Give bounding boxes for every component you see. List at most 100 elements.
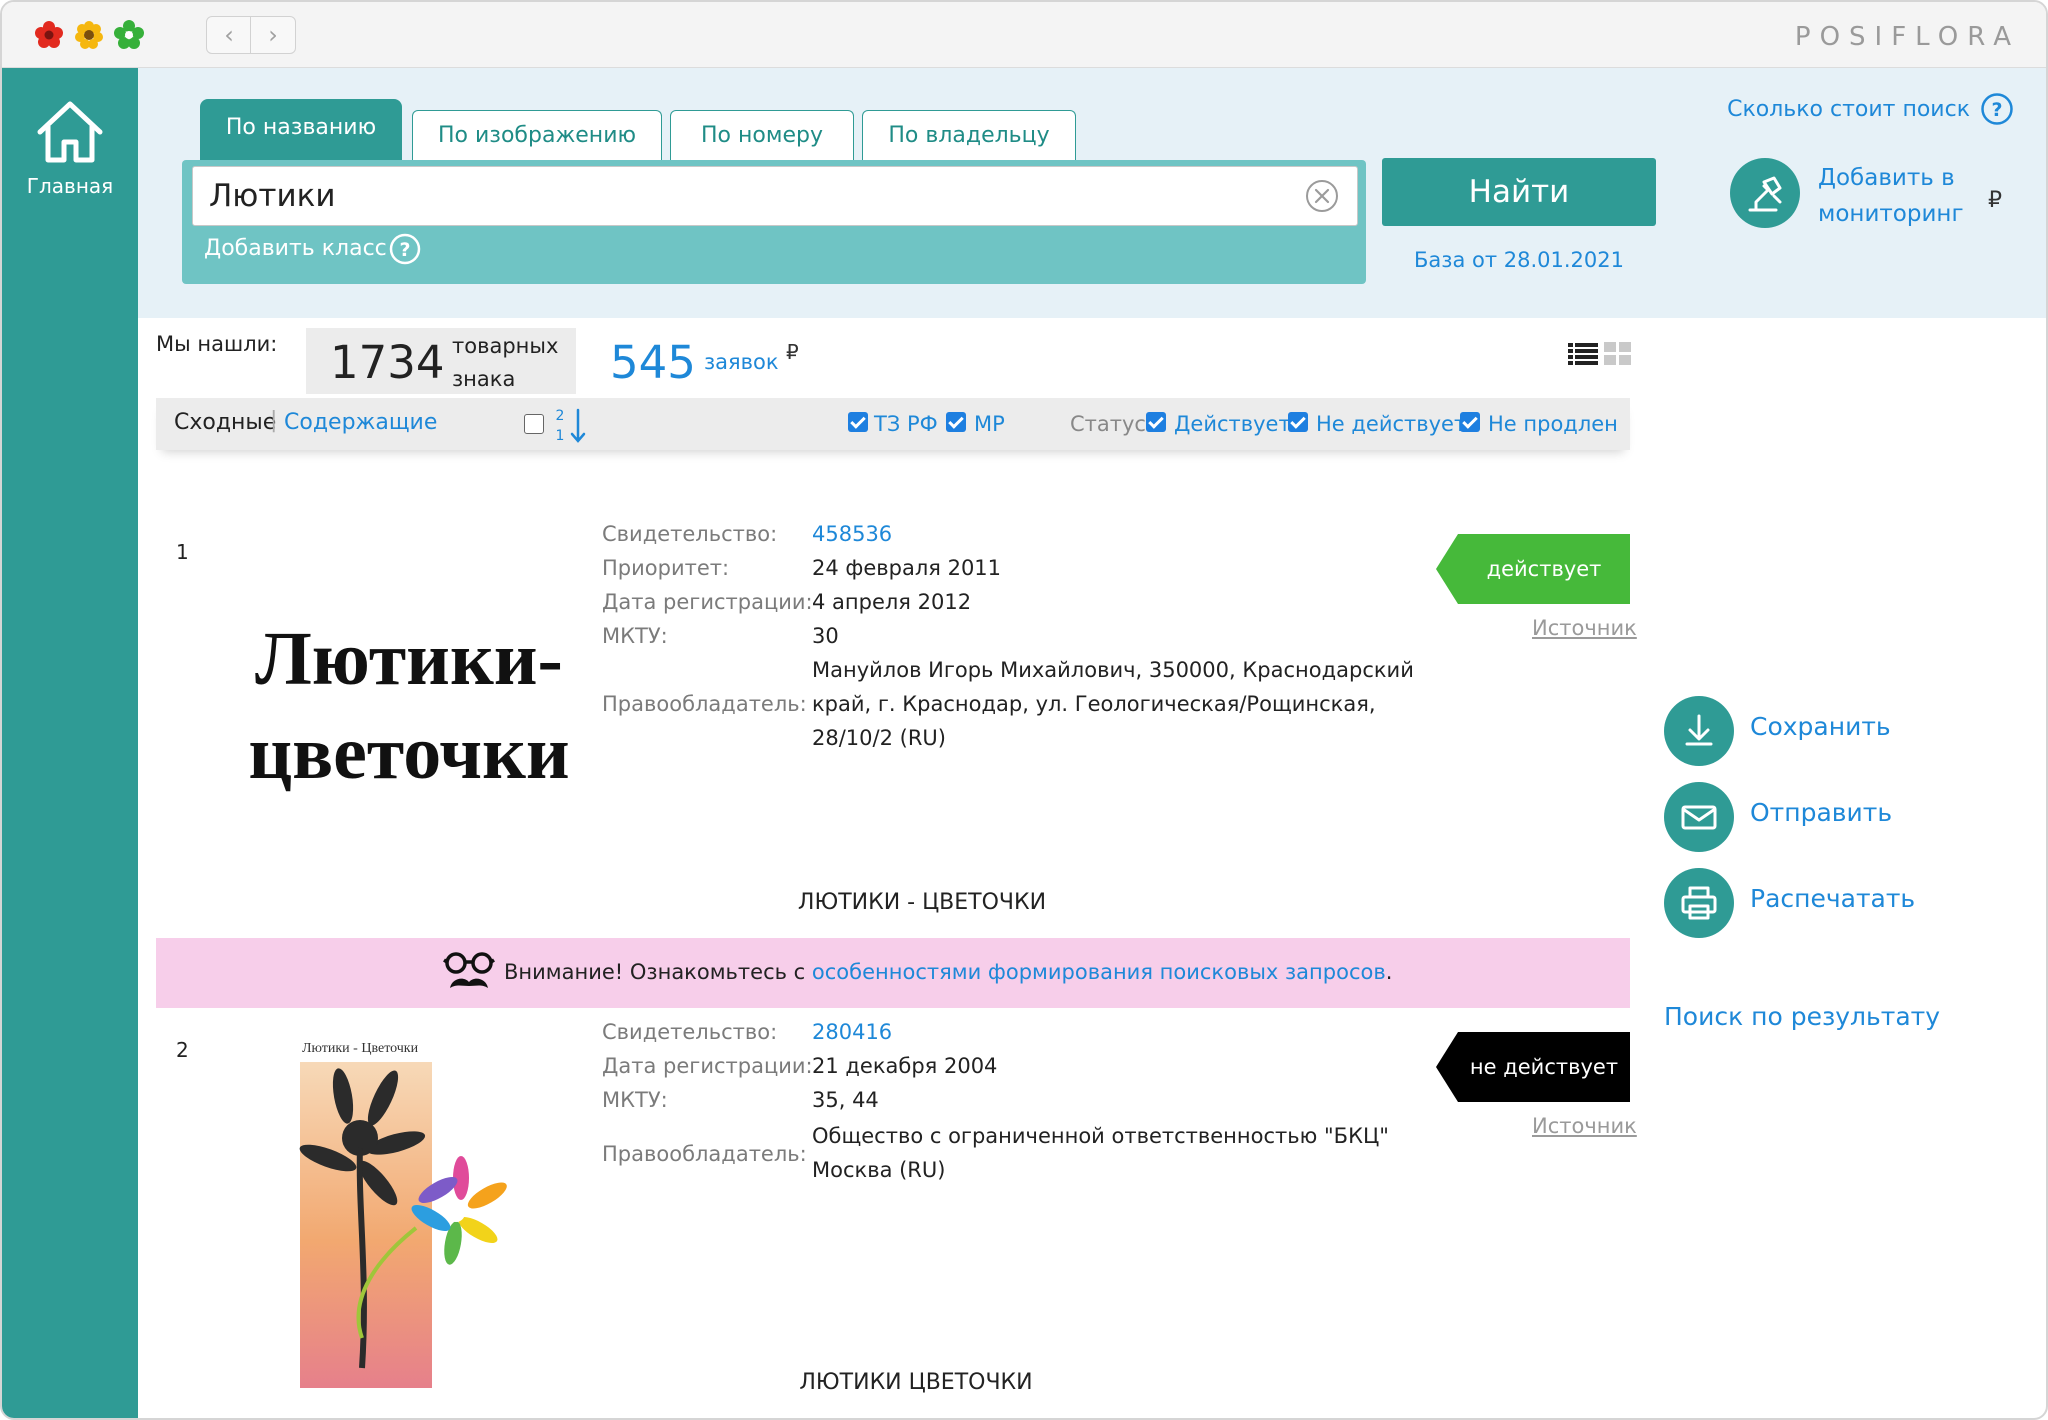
save-label[interactable]: Сохранить xyxy=(1750,712,1891,741)
brand-logo: POSIFLORA xyxy=(1794,22,2020,52)
add-class-link[interactable]: Добавить класс xyxy=(204,236,387,261)
sort-order-icon[interactable]: 2 1 xyxy=(552,404,592,444)
monitoring-lamp-icon[interactable] xyxy=(1730,158,1800,228)
certificate-link[interactable]: 458536 xyxy=(812,522,892,546)
home-link[interactable]: Главная xyxy=(2,98,138,198)
trademark-caption: ЛЮТИКИ - ЦВЕТОЧКИ xyxy=(797,890,1047,915)
yellow-flower-icon[interactable] xyxy=(74,20,104,50)
notice-banner: Внимание! Ознакомьтесь с особенностями ф… xyxy=(156,938,1630,1008)
filter-bar: Сходные | Содержащие 2 1 ТЗ РФ МР Статус… xyxy=(156,398,1630,450)
filter-separator: | xyxy=(270,408,278,433)
trademark-count: 1734 xyxy=(330,336,445,389)
send-button[interactable] xyxy=(1664,782,1734,852)
reg-date-value: 21 декабря 2004 xyxy=(812,1054,998,1078)
sort-bottom-digit: 1 xyxy=(556,428,565,444)
search-cost-link[interactable]: Сколько стоит поиск ? xyxy=(1727,92,2014,126)
clear-icon[interactable] xyxy=(1304,178,1340,214)
status-inactive-checkbox[interactable] xyxy=(1288,412,1308,432)
chevron-left-icon: ‹ xyxy=(224,21,234,49)
priority-label: Приоритет: xyxy=(602,556,730,580)
svg-text:?: ? xyxy=(1991,99,2002,121)
find-button[interactable]: Найти xyxy=(1382,158,1656,226)
trademark-image[interactable]: Лютики- цветочки xyxy=(228,612,590,800)
tab-by-image[interactable]: По изображению xyxy=(412,110,662,160)
svg-text:?: ? xyxy=(399,239,410,261)
status-not-renewed-checkbox[interactable] xyxy=(1460,412,1480,432)
reg-date-value: 4 апреля 2012 xyxy=(812,590,972,614)
select-all-checkbox[interactable] xyxy=(524,414,544,434)
green-flower-icon[interactable] xyxy=(114,20,144,50)
tab-by-number[interactable]: По номеру xyxy=(670,110,854,160)
glasses-mustache-icon xyxy=(443,952,495,988)
tab-by-owner[interactable]: По владельцу xyxy=(862,110,1076,160)
source-link[interactable]: Источник xyxy=(1532,1114,1637,1138)
owner-line: Общество с ограниченной ответственностью… xyxy=(812,1124,1389,1148)
status-not-renewed-label[interactable]: Не продлен xyxy=(1488,412,1618,436)
status-filter-label: Статус: xyxy=(1070,412,1154,436)
certificate-link[interactable]: 280416 xyxy=(812,1020,892,1044)
owner-label: Правообладатель: xyxy=(602,692,807,716)
search-input[interactable] xyxy=(192,166,1358,226)
applications-count[interactable]: 545 xyxy=(610,336,696,389)
status-inactive-label[interactable]: Не действует xyxy=(1316,412,1466,436)
mktu-value: 30 xyxy=(812,624,839,648)
certificate-label: Свидетельство: xyxy=(602,1020,778,1044)
help-icon: ? xyxy=(1981,93,2013,125)
status-active-label[interactable]: Действует xyxy=(1174,412,1291,436)
trademark-caption: ЛЮТИКИ ЦВЕТОЧКИ xyxy=(799,1370,1033,1395)
database-date: База от 28.01.2021 xyxy=(1414,248,1624,272)
applications-currency: ₽ xyxy=(786,340,799,364)
search-box: Добавить класс ? xyxy=(182,160,1366,284)
download-icon xyxy=(1685,714,1713,746)
save-button[interactable] xyxy=(1664,696,1734,766)
title-bar: ‹ › POSIFLORA xyxy=(2,2,2046,68)
mp-label[interactable]: МР xyxy=(974,412,1005,436)
source-link[interactable]: Источник xyxy=(1532,616,1637,640)
home-label: Главная xyxy=(26,174,114,198)
search-cost-label: Сколько стоит поиск xyxy=(1727,96,1970,122)
mktu-label: МКТУ: xyxy=(602,624,668,648)
mktu-value: 35, 44 xyxy=(812,1088,879,1112)
status-badge: действует xyxy=(1436,534,1630,604)
print-label[interactable]: Распечатать xyxy=(1750,884,1915,913)
reg-date-label: Дата регистрации: xyxy=(602,1054,813,1078)
print-button[interactable] xyxy=(1664,868,1734,938)
mktu-label: МКТУ: xyxy=(602,1088,668,1112)
trademark-count-box: 1734 товарных знака xyxy=(306,328,576,394)
result-number: 1 xyxy=(176,540,189,564)
search-panel: По названию По изображению По номеру По … xyxy=(138,68,2046,318)
add-monitoring-link[interactable]: Добавить в мониторинг xyxy=(1818,160,1988,232)
status-badge: не действует xyxy=(1436,1032,1630,1102)
chevron-right-icon: › xyxy=(268,21,278,49)
notice-prefix: Внимание! Ознакомьтесь с xyxy=(504,960,812,984)
tz-rf-label[interactable]: ТЗ РФ xyxy=(874,412,938,436)
logo-line: цветочки xyxy=(248,711,570,795)
search-in-results-link[interactable]: Поиск по результату xyxy=(1664,1002,1940,1031)
tz-rf-checkbox[interactable] xyxy=(848,412,868,432)
envelope-icon xyxy=(1681,805,1717,830)
trademark-image[interactable]: Лютики - Цветочки xyxy=(298,1038,528,1388)
reg-date-label: Дата регистрации: xyxy=(602,590,813,614)
filter-similar[interactable]: Сходные xyxy=(174,410,276,435)
back-button[interactable]: ‹ xyxy=(206,16,252,54)
grid-view-icon[interactable] xyxy=(1604,342,1632,366)
send-label[interactable]: Отправить xyxy=(1750,798,1892,827)
tab-by-name[interactable]: По названию xyxy=(200,99,402,160)
monitoring-currency: ₽ xyxy=(1988,188,2002,213)
search-rules-link[interactable]: особенностями формирования поисковых зап… xyxy=(812,960,1386,984)
help-icon[interactable]: ? xyxy=(388,232,422,266)
notice-suffix: . xyxy=(1385,960,1393,984)
priority-value: 24 февраля 2011 xyxy=(812,556,1002,580)
result-number: 2 xyxy=(176,1038,189,1062)
applications-link[interactable]: заявок xyxy=(704,350,779,374)
owner-line: 28/10/2 (RU) xyxy=(812,726,946,750)
red-flower-icon[interactable] xyxy=(34,20,64,50)
forward-button[interactable]: › xyxy=(250,16,296,54)
list-view-icon[interactable] xyxy=(1568,342,1598,366)
mp-checkbox[interactable] xyxy=(946,412,966,432)
sort-top-digit: 2 xyxy=(556,408,565,424)
status-active-checkbox[interactable] xyxy=(1146,412,1166,432)
trademark-unit: товарных знака xyxy=(452,334,559,391)
filter-containing[interactable]: Содержащие xyxy=(284,410,437,435)
printer-icon xyxy=(1681,886,1717,920)
